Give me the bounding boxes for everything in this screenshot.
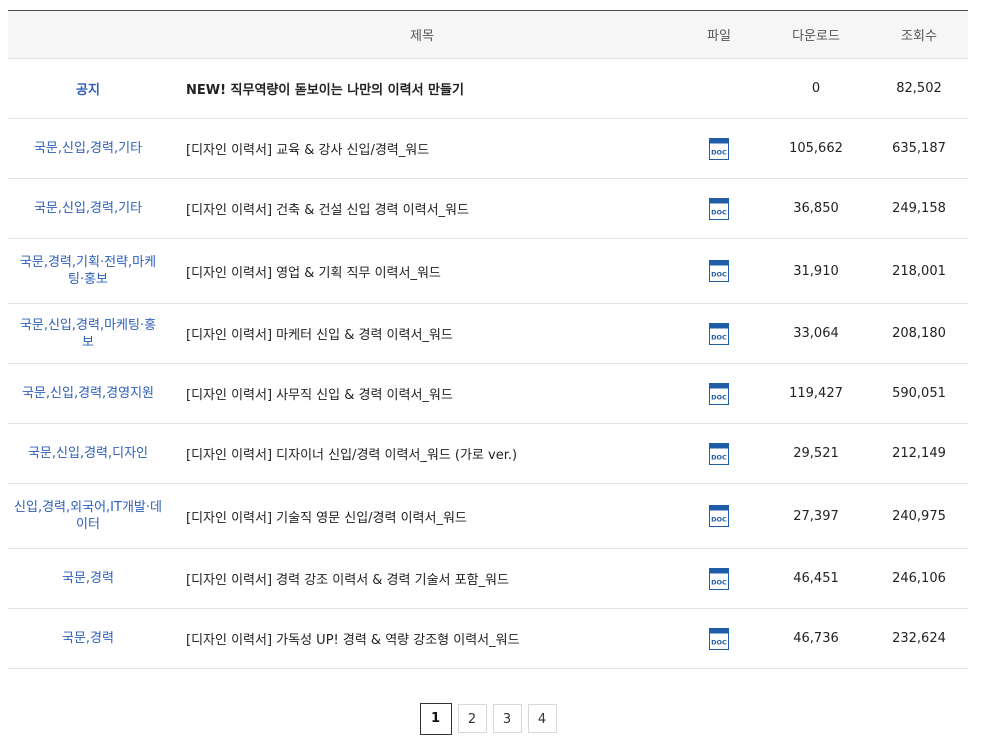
table-row: 국문,경력 [디자인 이력서] 경력 강조 이력서 & 경력 기술서 포함_워드 D… [8, 548, 968, 609]
resume-board: 제목 파일 다운로드 조회수 공지 NEW! 직무역량이 돋보이는 나만의 이력… [8, 10, 968, 735]
row-downloads: 46,451 [762, 548, 870, 609]
notice-badge: 공지 [8, 58, 168, 119]
svg-text:DOC: DOC [711, 578, 727, 586]
row-category-link[interactable]: 국문,신입,경력,디자인 [28, 446, 148, 461]
row-views: 249,158 [870, 178, 968, 239]
doc-file-icon[interactable]: DOC [709, 382, 729, 405]
notice-row: 공지 NEW! 직무역량이 돋보이는 나만의 이력서 만들기 0 82,502 [8, 58, 968, 119]
doc-file-icon[interactable]: DOC [709, 442, 729, 465]
pagination: 1234 [8, 703, 968, 735]
row-views: 232,624 [870, 608, 968, 669]
row-category-link[interactable]: 국문,신입,경력,경영지원 [22, 386, 154, 401]
header-file: 파일 [676, 10, 762, 59]
row-title-link[interactable]: [디자인 이력서] 사무직 신입 & 경력 이력서_워드 [186, 388, 453, 403]
header-title: 제목 [168, 10, 676, 59]
header-downloads: 다운로드 [762, 10, 870, 59]
table-row: 국문,신입,경력,경영지원 [디자인 이력서] 사무직 신입 & 경력 이력서_워… [8, 363, 968, 424]
row-downloads: 31,910 [762, 238, 870, 304]
table-row: 국문,경력 [디자인 이력서] 가독성 UP! 경력 & 역량 강조형 이력서_워… [8, 608, 968, 669]
row-views: 246,106 [870, 548, 968, 609]
row-file-cell: DOC [676, 178, 762, 239]
row-file-cell: DOC [676, 423, 762, 484]
table-row: 국문,신입,경력,기타 [디자인 이력서] 교육 & 강사 신입/경력_워드 DOC… [8, 118, 968, 179]
svg-text:DOC: DOC [711, 393, 727, 401]
row-category-link[interactable]: 신입,경력,외국어,IT개발·데이터 [14, 500, 162, 532]
row-category-link[interactable]: 국문,경력 [62, 571, 114, 586]
row-file-cell: DOC [676, 483, 762, 549]
row-category-link[interactable]: 국문,경력 [62, 631, 114, 646]
doc-file-icon[interactable]: DOC [709, 627, 729, 650]
page-4-button[interactable]: 4 [527, 704, 557, 733]
page-3-button[interactable]: 3 [492, 704, 522, 733]
row-category-link[interactable]: 국문,신입,경력,기타 [34, 141, 142, 156]
row-views: 212,149 [870, 423, 968, 484]
row-title-link[interactable]: [디자인 이력서] 기술직 영문 신입/경력 이력서_워드 [186, 511, 467, 526]
header-category [8, 10, 168, 59]
row-title-link[interactable]: [디자인 이력서] 가독성 UP! 경력 & 역량 강조형 이력서_워드 [186, 633, 520, 648]
row-file-cell: DOC [676, 303, 762, 364]
doc-file-icon[interactable]: DOC [709, 137, 729, 160]
row-views: 208,180 [870, 303, 968, 364]
table-header: 제목 파일 다운로드 조회수 [8, 10, 968, 59]
notice-file-cell [676, 58, 762, 119]
row-category-link[interactable]: 국문,신입,경력,마케팅·홍보 [20, 318, 156, 350]
row-downloads: 29,521 [762, 423, 870, 484]
notice-downloads: 0 [762, 58, 870, 119]
notice-title-link[interactable]: NEW! 직무역량이 돋보이는 나만의 이력서 만들기 [186, 83, 464, 98]
row-title-link[interactable]: [디자인 이력서] 건축 & 건설 신입 경력 이력서_워드 [186, 203, 469, 218]
doc-file-icon[interactable]: DOC [709, 322, 729, 345]
row-file-cell: DOC [676, 118, 762, 179]
doc-file-icon[interactable]: DOC [709, 505, 729, 527]
notice-views: 82,502 [870, 58, 968, 119]
row-category-link[interactable]: 국문,신입,경력,기타 [34, 201, 142, 216]
row-title-link[interactable]: [디자인 이력서] 디자이너 신입/경력 이력서_워드 (가로 ver.) [186, 448, 517, 463]
doc-file-icon[interactable]: DOC [709, 197, 729, 220]
table-row: 국문,경력,기획·전략,마케팅·홍보 [디자인 이력서] 영업 & 기획 직무 이… [8, 238, 968, 304]
resume-table: 제목 파일 다운로드 조회수 공지 NEW! 직무역량이 돋보이는 나만의 이력… [8, 10, 968, 669]
page-2-button[interactable]: 2 [457, 704, 487, 733]
svg-text:DOC: DOC [711, 453, 727, 461]
row-category-link[interactable]: 국문,경력,기획·전략,마케팅·홍보 [20, 255, 156, 287]
svg-text:DOC: DOC [711, 148, 727, 156]
doc-file-icon[interactable]: DOC [709, 567, 729, 590]
svg-text:DOC: DOC [711, 271, 727, 279]
row-file-cell: DOC [676, 608, 762, 669]
table-row: 국문,신입,경력,기타 [디자인 이력서] 건축 & 건설 신입 경력 이력서_워… [8, 178, 968, 239]
row-title-link[interactable]: [디자인 이력서] 교육 & 강사 신입/경력_워드 [186, 143, 429, 158]
header-views: 조회수 [870, 10, 968, 59]
row-downloads: 119,427 [762, 363, 870, 424]
svg-text:DOC: DOC [711, 208, 727, 216]
table-row: 국문,신입,경력,디자인 [디자인 이력서] 디자이너 신입/경력 이력서_워드 … [8, 423, 968, 484]
row-downloads: 46,736 [762, 608, 870, 669]
table-row: 국문,신입,경력,마케팅·홍보 [디자인 이력서] 마케터 신입 & 경력 이력서… [8, 303, 968, 364]
row-views: 590,051 [870, 363, 968, 424]
row-title-link[interactable]: [디자인 이력서] 영업 & 기획 직무 이력서_워드 [186, 266, 441, 281]
page-1-button[interactable]: 1 [419, 703, 452, 735]
row-downloads: 105,662 [762, 118, 870, 179]
row-views: 218,001 [870, 238, 968, 304]
row-downloads: 33,064 [762, 303, 870, 364]
row-file-cell: DOC [676, 238, 762, 304]
row-downloads: 36,850 [762, 178, 870, 239]
svg-text:DOC: DOC [711, 516, 727, 524]
row-file-cell: DOC [676, 363, 762, 424]
doc-file-icon[interactable]: DOC [709, 260, 729, 282]
row-title-link[interactable]: [디자인 이력서] 마케터 신입 & 경력 이력서_워드 [186, 328, 453, 343]
svg-text:DOC: DOC [711, 638, 727, 646]
row-views: 635,187 [870, 118, 968, 179]
row-views: 240,975 [870, 483, 968, 549]
row-downloads: 27,397 [762, 483, 870, 549]
svg-text:DOC: DOC [711, 333, 727, 341]
table-body: 공지 NEW! 직무역량이 돋보이는 나만의 이력서 만들기 0 82,502 … [8, 58, 968, 669]
row-file-cell: DOC [676, 548, 762, 609]
table-row: 신입,경력,외국어,IT개발·데이터 [디자인 이력서] 기술직 영문 신입/경력… [8, 483, 968, 549]
row-title-link[interactable]: [디자인 이력서] 경력 강조 이력서 & 경력 기술서 포함_워드 [186, 573, 509, 588]
